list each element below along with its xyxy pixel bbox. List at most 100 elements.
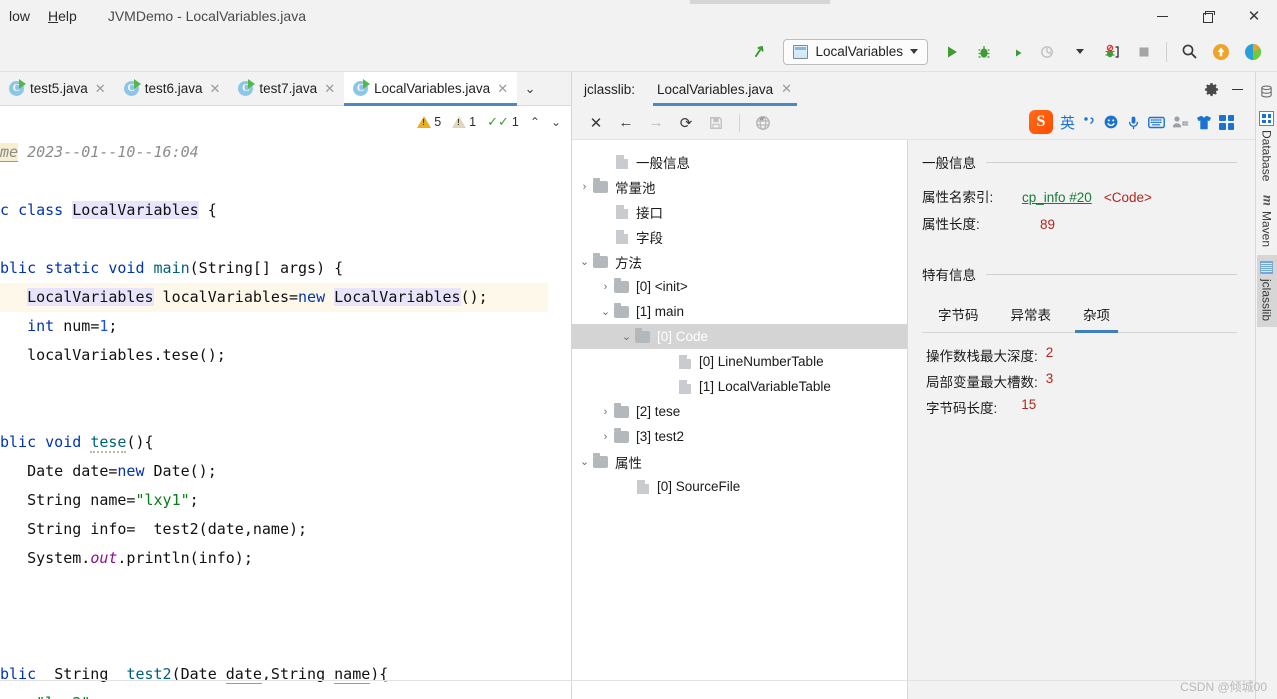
jclasslib-file-tab[interactable]: LocalVariables.java ✕ [653,72,797,106]
title-bar: low Help JVMDemo - LocalVariables.java ✕ [0,0,1277,32]
menu-item-window[interactable]: low [0,0,39,32]
tree-node[interactable]: [0] SourceFile [572,474,907,499]
hide-tool-window-button[interactable] [1225,77,1249,101]
attach-debugger-button[interactable] [1098,38,1126,66]
jclasslib-forward-button[interactable]: → [642,110,670,136]
jclasslib-reload-button[interactable]: ⟳ [672,110,700,136]
debug-button[interactable] [970,38,998,66]
class-structure-tree[interactable]: 一般信息 › 常量池 接口 字段 ⌄ 方法 › [0] <init> ⌄ [1] main ⌄ [0] … [572,140,908,699]
jclasslib-save-button[interactable] [702,110,730,136]
chevron-right-icon[interactable]: › [576,181,593,193]
tree-node[interactable]: › 常量池 [572,174,907,199]
watermark: CSDN @倾城00 [1180,680,1267,694]
close-tab-icon[interactable]: ✕ [496,81,509,97]
tree-node[interactable]: 接口 [572,199,907,224]
warning-count[interactable]: 5 [413,115,445,129]
next-problem-button[interactable]: ⌄ [547,115,565,129]
inspection-ok-count[interactable]: ✓✓ 1 [483,114,523,130]
tree-node[interactable]: › [0] <init> [572,274,907,299]
chevron-right-icon[interactable]: › [597,281,614,293]
tab-bytecode[interactable]: 字节码 [922,298,995,332]
soft-keyboard-icon[interactable] [1148,116,1165,129]
tool-tab-database[interactable]: Database [1257,106,1277,187]
tree-node-label: [1] LocalVariableTable [699,379,831,394]
chevron-right-icon[interactable]: › [597,406,614,418]
apps-icon[interactable] [1219,114,1235,130]
microphone-icon[interactable] [1126,115,1141,130]
run-button[interactable] [938,38,966,66]
tree-node[interactable]: ⌄ [0] Code [572,324,907,349]
folder-icon [614,277,629,293]
tab-misc[interactable]: 杂项 [1067,298,1126,333]
editor-tab-label: test7.java [259,81,318,96]
tree-node[interactable]: › [3] test2 [572,424,907,449]
editor-tab-label: test5.java [30,81,88,96]
tree-node-label: [0] <init> [636,279,688,294]
chevron-right-icon[interactable]: › [597,431,614,443]
tree-node-label: 方法 [615,255,642,271]
chevron-down-icon[interactable]: ⌄ [576,255,593,268]
tree-node[interactable]: › [2] tese [572,399,907,424]
tree-node[interactable]: [0] LineNumberTable [572,349,907,374]
menu-help-mnemonic: H [48,8,59,24]
jclasslib-close-button[interactable]: ✕ [582,110,610,136]
tree-node[interactable]: ⌄ 属性 [572,449,907,474]
editor-tab-overflow-button[interactable]: ⌄ [517,72,543,105]
maximize-window-button[interactable] [1185,0,1231,32]
sogou-logo-icon[interactable]: S [1029,110,1053,134]
jclasslib-back-button[interactable]: ← [612,110,640,136]
update-project-button[interactable] [1207,38,1235,66]
editor-tab-test5[interactable]: C test5.java ✕ [0,72,115,105]
editor-tab-localvariables[interactable]: C LocalVariables.java ✕ [344,72,518,106]
user-icon[interactable] [1172,115,1189,129]
minimize-window-button[interactable] [1139,0,1185,32]
tool-tab-jclasslib[interactable]: jclasslib [1256,255,1277,328]
emoji-icon[interactable] [1103,114,1119,130]
editor-tab-test7[interactable]: C test7.java ✕ [229,72,344,105]
tab-exception-table[interactable]: 异常表 [995,298,1068,332]
close-tab-icon[interactable]: ✕ [780,81,793,97]
general-info-header: 一般信息 [922,152,1237,172]
tree-node[interactable]: ⌄ 方法 [572,249,907,274]
tree-node[interactable]: [1] LocalVariableTable [572,374,907,399]
constant-pool-link[interactable]: cp_info #20 [1022,190,1092,205]
weak-warning-count-label: 1 [469,115,477,129]
close-tab-icon[interactable]: ✕ [209,81,222,97]
tool-tab-maven[interactable]: m Maven [1256,189,1277,253]
chevron-down-icon[interactable]: ⌄ [618,330,635,343]
weak-warning-count[interactable]: 1 [448,115,480,129]
code-token: (); [460,288,488,306]
close-tab-icon[interactable]: ✕ [94,81,107,97]
code-editor[interactable]: me 2023--01--10--16:04 c class LocalVari… [0,138,571,699]
code-token: .println(info); [117,549,253,567]
close-window-button[interactable]: ✕ [1231,0,1277,32]
ide-feature-button[interactable] [1239,38,1267,66]
previous-problem-button[interactable]: ⌃ [526,115,544,129]
profiler-dropdown[interactable] [1066,38,1094,66]
database-icon-top[interactable] [1256,76,1277,106]
tree-node-label: [0] Code [657,329,709,344]
run-configuration-selector[interactable]: LocalVariables [783,38,928,65]
jclasslib-panel-label: jclasslib: [584,81,636,97]
run-with-coverage-button[interactable] [1002,38,1030,66]
menu-item-help[interactable]: Help [39,0,86,32]
chevron-down-icon[interactable]: ⌄ [576,455,593,468]
tree-node[interactable]: 字段 [572,224,907,249]
chevron-down-icon[interactable]: ⌄ [597,305,614,318]
jclasslib-browse-button[interactable] [749,110,777,136]
back-arrow-icon[interactable] [747,38,775,66]
code-token: = [90,317,100,335]
search-everywhere-button[interactable] [1175,38,1203,66]
profiler-button[interactable] [1034,38,1062,66]
editor-tab-test6[interactable]: C test6.java ✕ [115,72,230,105]
ime-mode-toggle[interactable]: 英 [1060,112,1075,133]
run-configuration-name: LocalVariables [815,44,903,59]
punctuation-icon[interactable] [1082,115,1096,129]
tree-node[interactable]: ⌄ [1] main [572,299,907,324]
close-tab-icon[interactable]: ✕ [323,81,336,97]
stop-button[interactable] [1130,38,1158,66]
skin-icon[interactable] [1196,115,1212,130]
tree-node[interactable]: 一般信息 [572,149,907,174]
gear-icon[interactable] [1199,77,1223,101]
